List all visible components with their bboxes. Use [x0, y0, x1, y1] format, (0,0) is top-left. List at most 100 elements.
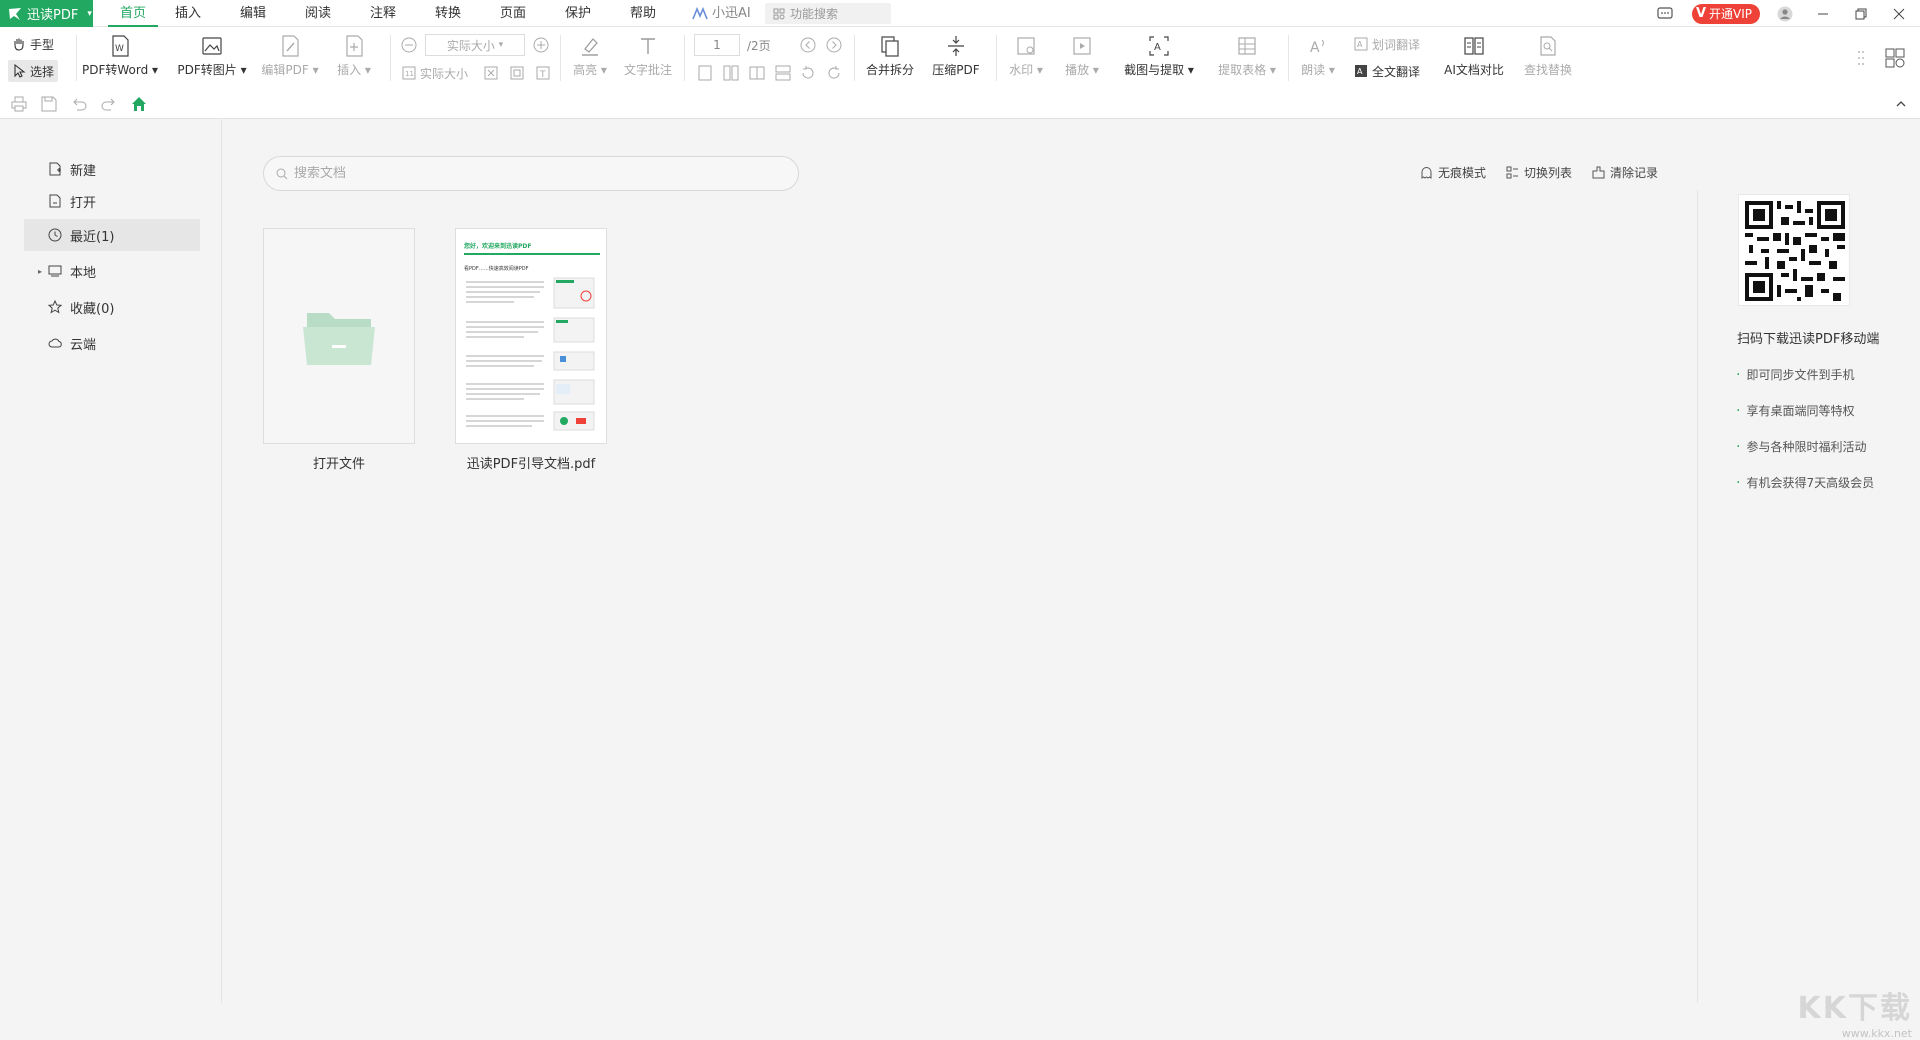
actual-size-button[interactable]: 11 实际大小	[398, 62, 472, 84]
highlight-button[interactable]: 高亮 ▾	[568, 31, 612, 78]
double-page-icon[interactable]	[722, 64, 740, 82]
rotate-left-icon[interactable]	[799, 64, 817, 82]
restore-icon[interactable]	[1850, 3, 1872, 25]
svg-text:11: 11	[405, 70, 414, 78]
tab-annotate[interactable]: 注释	[358, 0, 408, 27]
avatar[interactable]	[1774, 3, 1796, 25]
hand-tool-button[interactable]: 手型	[8, 33, 58, 55]
nav-cloud[interactable]: 云端	[24, 327, 200, 359]
cursor-arrow-icon	[14, 64, 26, 78]
open-file-card[interactable]	[263, 228, 415, 444]
pdf-file-card[interactable]: 您好，欢迎来到迅读PDF 看PDF……快速高效阅读PDF	[455, 228, 607, 444]
find-replace-button[interactable]: 查找替换	[1520, 31, 1576, 78]
pdf-to-word-button[interactable]: W PDF转Word ▾	[81, 31, 158, 78]
clear-icon	[1592, 166, 1605, 179]
fit-page-icon[interactable]	[482, 64, 500, 82]
nav-local[interactable]: ▸ 本地	[24, 255, 200, 287]
text-select-icon[interactable]: T	[534, 64, 552, 82]
pdf-thumbnail: 您好，欢迎来到迅读PDF 看PDF……快速高效阅读PDF	[464, 241, 600, 440]
tab-home[interactable]: 首页	[108, 0, 158, 27]
pdf-to-image-label: PDF转图片	[177, 63, 237, 77]
tab-protect[interactable]: 保护	[553, 0, 603, 27]
bullet-icon: ·	[1736, 402, 1741, 419]
continuous-view-icon[interactable]	[774, 64, 792, 82]
feedback-icon[interactable]	[1654, 3, 1676, 25]
tab-edit[interactable]: 编辑	[228, 0, 278, 27]
full-translate-button[interactable]: A 全文翻译	[1350, 60, 1424, 82]
app-grid-icon[interactable]	[1884, 47, 1906, 69]
zoom-out-icon[interactable]	[400, 36, 418, 54]
function-search-box[interactable]: 功能搜索	[765, 3, 891, 24]
clear-history-label: 清除记录	[1610, 166, 1659, 180]
page-number-input[interactable]: 1	[694, 34, 740, 56]
home-icon[interactable]	[130, 95, 148, 113]
clock-icon	[48, 228, 62, 242]
nav-open[interactable]: 打开	[24, 185, 200, 217]
redo-icon[interactable]	[100, 95, 118, 113]
read-aloud-button[interactable]: A 朗读 ▾	[1298, 31, 1338, 78]
folder-icon	[303, 313, 375, 365]
save-icon[interactable]	[40, 95, 58, 113]
zoom-in-icon[interactable]	[532, 36, 550, 54]
drag-handle-icon[interactable]	[1852, 49, 1870, 67]
next-page-icon[interactable]	[825, 36, 843, 54]
ai-compare-button[interactable]: AI文档对比	[1440, 31, 1508, 78]
tab-page[interactable]: 页面	[488, 0, 538, 27]
switch-list-button[interactable]: 切换列表	[1506, 164, 1572, 181]
compress-pdf-button[interactable]: 压缩PDF	[926, 31, 986, 78]
open-vip-button[interactable]: V 开通VIP	[1691, 3, 1760, 24]
document-search-input[interactable]	[294, 166, 774, 181]
pdf-to-word-label: PDF转Word	[81, 63, 149, 77]
collapse-ribbon-icon[interactable]	[1892, 95, 1910, 113]
fit-width-icon[interactable]	[508, 64, 526, 82]
star-icon	[48, 300, 62, 314]
merge-split-button[interactable]: 合并拆分	[862, 31, 918, 78]
watermark-label: 水印	[1009, 63, 1034, 77]
vip-v-icon: V	[1695, 6, 1706, 21]
app-menu-button[interactable]: 迅读PDF ▾	[0, 0, 93, 27]
play-button[interactable]: 播放 ▾	[1060, 31, 1104, 78]
tab-read[interactable]: 阅读	[293, 0, 343, 27]
svg-text:A: A	[1310, 40, 1320, 56]
insert-button[interactable]: 插入 ▾	[334, 31, 374, 78]
book-view-icon[interactable]	[748, 64, 766, 82]
expand-arrow-icon[interactable]: ▸	[38, 267, 42, 276]
svg-text:A: A	[1357, 40, 1363, 49]
edit-pdf-label: 编辑PDF	[261, 63, 309, 77]
extract-table-icon	[1238, 37, 1256, 55]
print-icon[interactable]	[10, 95, 28, 113]
highlighter-icon	[582, 38, 598, 56]
nav-new[interactable]: 新建	[24, 153, 200, 185]
document-search-box[interactable]	[263, 156, 799, 191]
tab-convert[interactable]: 转换	[423, 0, 473, 27]
rotate-right-icon[interactable]	[825, 64, 843, 82]
perk-item: · 参与各种限时福利活动	[1736, 438, 1866, 455]
prev-page-icon[interactable]	[799, 36, 817, 54]
clear-history-button[interactable]: 清除记录	[1592, 164, 1658, 181]
close-icon[interactable]	[1888, 3, 1910, 25]
search-icon	[276, 168, 288, 179]
select-tool-button[interactable]: 选择	[8, 60, 59, 82]
text-annotation-button[interactable]: 文字批注	[620, 31, 676, 78]
divider	[1288, 35, 1289, 81]
minimize-icon[interactable]	[1812, 3, 1834, 25]
incognito-mode-button[interactable]: 无痕模式	[1420, 164, 1486, 181]
nav-favorites[interactable]: 收藏(0)	[24, 291, 200, 323]
edit-pdf-button[interactable]: 编辑PDF ▾	[258, 31, 322, 78]
promo-title: 扫码下载迅读PDF移动端	[1737, 332, 1880, 347]
watermark-button[interactable]: 水印 ▾	[1004, 31, 1048, 78]
single-page-icon[interactable]	[696, 64, 714, 82]
new-file-icon	[49, 162, 61, 176]
tab-help[interactable]: 帮助	[618, 0, 668, 27]
screenshot-extract-button[interactable]: A 截图与提取 ▾	[1122, 31, 1196, 78]
pdf-to-word-icon: W	[112, 35, 129, 57]
perk-text: 即可同步文件到手机	[1746, 368, 1855, 382]
tab-xiaoxun-ai[interactable]: 小迅AI	[692, 0, 751, 27]
pdf-to-image-button[interactable]: PDF转图片 ▾	[176, 31, 248, 78]
undo-icon[interactable]	[70, 95, 88, 113]
tab-insert[interactable]: 插入	[163, 0, 213, 27]
extract-table-button[interactable]: 提取表格 ▾	[1216, 31, 1278, 78]
zoom-select[interactable]: 实际大小 ▾	[425, 34, 525, 56]
nav-recent[interactable]: 最近(1)	[24, 219, 200, 251]
word-translate-button[interactable]: A 划词翻译	[1350, 33, 1424, 55]
